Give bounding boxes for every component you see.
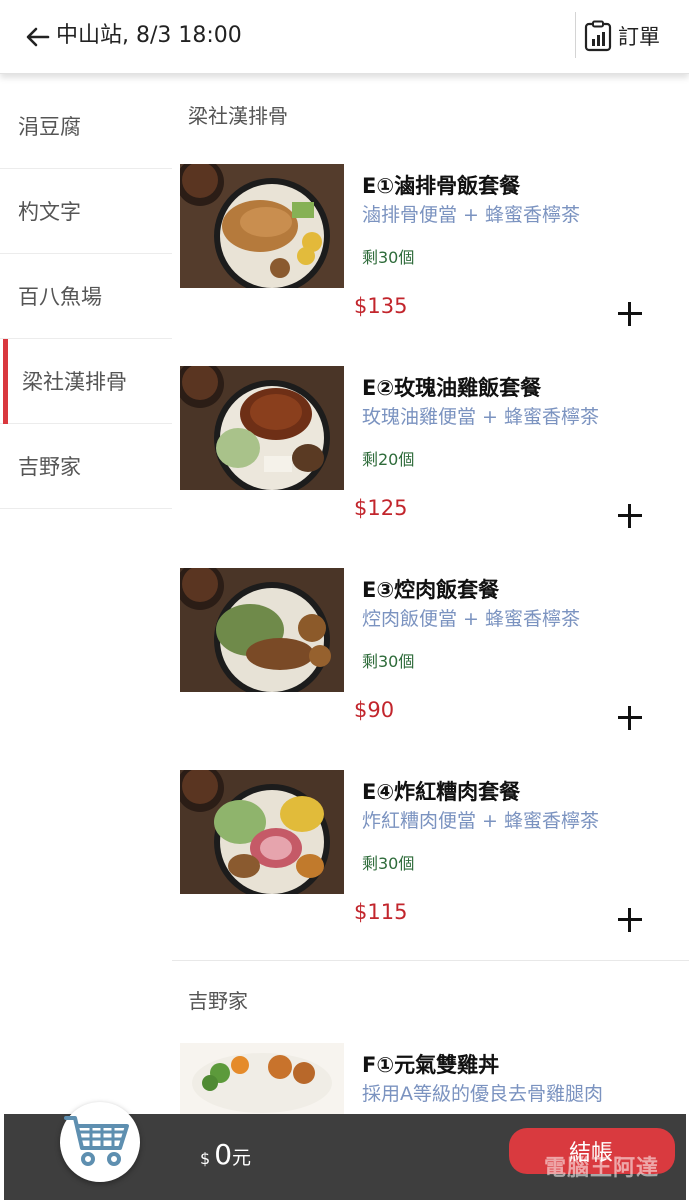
item-description: 採用A等級的優良去骨雞腿肉 xyxy=(362,1083,603,1105)
orders-label: 訂單 xyxy=(618,25,660,49)
cart-amount: 0 xyxy=(214,1138,233,1171)
add-to-cart-plus-icon[interactable] xyxy=(616,906,644,934)
food-image[interactable] xyxy=(180,164,344,288)
item-name: E④炸紅糟肉套餐 xyxy=(362,780,521,804)
menu-item: E②玫瑰油雞飯套餐 玫瑰油雞便當 + 蜂蜜香檸茶 剩20個 $125 xyxy=(172,346,689,548)
menu-item: E③焢肉飯套餐 焢肉飯便當 + 蜂蜜香檸茶 剩30個 $90 xyxy=(172,548,689,750)
currency-unit: 元 xyxy=(232,1147,252,1169)
sidebar-item-label: 涓豆腐 xyxy=(18,115,81,139)
back-arrow-icon[interactable] xyxy=(22,22,52,52)
sidebar-item-shamoji[interactable]: 杓文字 xyxy=(0,169,172,254)
category-sidebar: 涓豆腐 杓文字 百八魚場 梁社漢排骨 吉野家 xyxy=(0,84,172,509)
food-image[interactable] xyxy=(180,366,344,490)
cart-button[interactable] xyxy=(60,1102,140,1182)
add-to-cart-plus-icon[interactable] xyxy=(616,300,644,328)
sidebar-item-label: 吉野家 xyxy=(18,455,81,479)
header-divider xyxy=(575,12,576,58)
item-description: 滷排骨便當 + 蜂蜜香檸茶 xyxy=(362,204,580,226)
page-title: 中山站, 8/3 18:00 xyxy=(56,23,242,48)
currency-symbol: $ xyxy=(200,1149,211,1168)
section-title: 梁社漢排骨 xyxy=(188,103,288,128)
item-stock: 剩30個 xyxy=(362,652,415,671)
menu-item: E④炸紅糟肉套餐 炸紅糟肉便當 + 蜂蜜香檸茶 剩30個 $115 xyxy=(172,750,689,952)
watermark: 電腦王阿達 xyxy=(544,1156,660,1181)
cart-bar: $ 0 元 結帳 電腦王阿達 xyxy=(4,1102,686,1200)
menu-content: 梁社漢排骨 E①滷排骨飯套餐 滷排骨便當 + 蜂蜜香檸茶 剩30個 $135 E… xyxy=(172,84,689,1200)
item-description: 焢肉飯便當 + 蜂蜜香檸茶 xyxy=(362,608,580,630)
shopping-cart-icon xyxy=(64,1116,129,1166)
cart-total: $ 0 元 xyxy=(200,1138,251,1171)
item-name: E①滷排骨飯套餐 xyxy=(362,174,521,198)
sidebar-item-label: 百八魚場 xyxy=(18,285,102,309)
item-stock: 剩30個 xyxy=(362,248,415,267)
item-name: E②玫瑰油雞飯套餐 xyxy=(362,376,542,400)
app-root: 中山站, 8/3 18:00 訂單 涓豆腐 杓文字 百八魚場 梁社漢排骨 吉野家… xyxy=(0,0,689,1200)
item-description: 炸紅糟肉便當 + 蜂蜜香檸茶 xyxy=(362,810,599,832)
sidebar-item-label: 梁社漢排骨 xyxy=(22,370,127,394)
sidebar-item-dou-fu[interactable]: 涓豆腐 xyxy=(0,84,172,169)
item-price: $125 xyxy=(354,496,408,520)
item-price: $115 xyxy=(354,900,408,924)
item-price: $135 xyxy=(354,294,408,318)
item-description: 玫瑰油雞便當 + 蜂蜜香檸茶 xyxy=(362,406,599,428)
sidebar-item-108-fish[interactable]: 百八魚場 xyxy=(0,254,172,339)
item-name: E③焢肉飯套餐 xyxy=(362,578,500,602)
item-stock: 剩30個 xyxy=(362,854,415,873)
sidebar-item-yoshinoya[interactable]: 吉野家 xyxy=(0,424,172,509)
clipboard-chart-icon xyxy=(584,20,612,52)
add-to-cart-plus-icon[interactable] xyxy=(616,704,644,732)
food-image[interactable] xyxy=(180,568,344,692)
sidebar-item-label: 杓文字 xyxy=(18,200,81,224)
top-header: 中山站, 8/3 18:00 訂單 xyxy=(0,0,689,74)
orders-button[interactable]: 訂單 xyxy=(584,18,674,54)
add-to-cart-plus-icon[interactable] xyxy=(616,502,644,530)
sidebar-item-liang-she-han[interactable]: 梁社漢排骨 xyxy=(0,339,172,424)
food-image[interactable] xyxy=(180,770,344,894)
menu-item: E①滷排骨飯套餐 滷排骨便當 + 蜂蜜香檸茶 剩30個 $135 xyxy=(172,144,689,346)
item-name: F①元氣雙雞丼 xyxy=(362,1053,500,1077)
item-price: $90 xyxy=(354,698,395,722)
item-stock: 剩20個 xyxy=(362,450,415,469)
